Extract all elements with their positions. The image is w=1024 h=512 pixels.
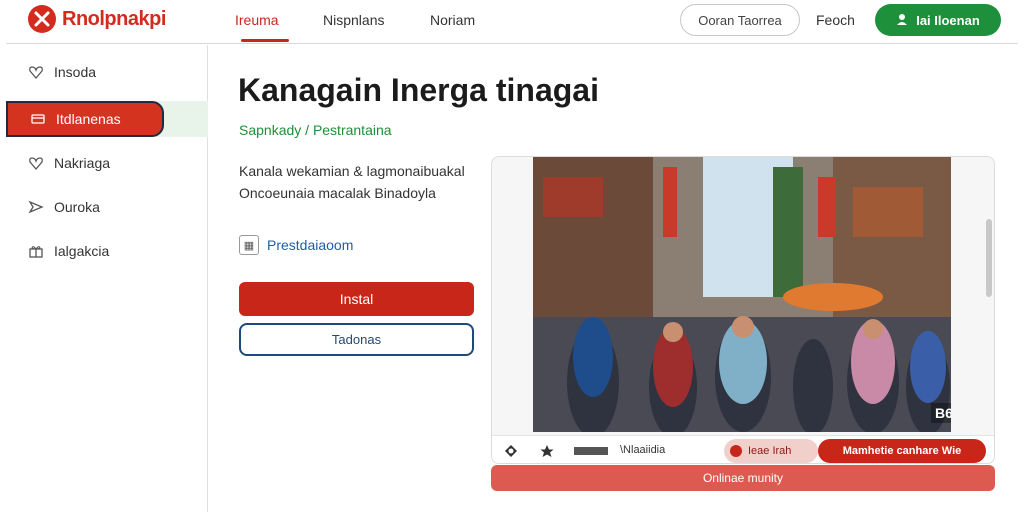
gift-icon	[28, 243, 44, 259]
search-button[interactable]: Ooran Taorrea	[680, 4, 800, 36]
control-text: \Nlaaiidia	[620, 444, 666, 456]
street-crowd-image[interactable]: B63&	[533, 157, 951, 432]
brand-logo[interactable]: Rnolpnakpi	[28, 5, 166, 33]
sidebar: Insoda Itdlanenas Nakriaga Ouroka Ialgak…	[6, 45, 208, 512]
sidebar-item-label: Ialgakcia	[54, 243, 110, 259]
user-icon	[896, 13, 908, 28]
video-player[interactable]: B63& \Nlaaiidia Ieae Irah Mamhetie canha…	[491, 156, 995, 464]
sidebar-item-label: Nakriaga	[54, 155, 111, 171]
top-navigation-bar: Rnolpnakpi Ireuma Nispnlans Noriam Ooran…	[6, 0, 1018, 44]
feedback-link[interactable]: Feoch	[816, 12, 855, 28]
card-icon	[30, 111, 46, 127]
sign-in-button[interactable]: Iai Iloenan	[875, 4, 1001, 36]
sidebar-item-label: Itdlanenas	[56, 111, 121, 127]
description: Kanala wekamian & lagmonaibuakal Oncoeun…	[239, 163, 465, 201]
record-icon	[730, 445, 742, 457]
meta-link[interactable]: ▦ Prestdaiaoom	[239, 235, 353, 255]
breadcrumb[interactable]: Sapnkady / Pestrantaina	[239, 122, 392, 138]
meta-link-label: Prestdaiaoom	[267, 237, 354, 253]
plane-logo-icon	[28, 5, 56, 33]
scrollbar[interactable]	[986, 219, 992, 297]
settings-icon[interactable]	[504, 444, 518, 458]
heart-outline-icon	[28, 64, 44, 80]
community-button[interactable]: Onlinae munity	[491, 465, 995, 491]
sidebar-item-itdlanenas[interactable]: Itdlanenas	[6, 101, 164, 137]
active-tab-indicator	[241, 39, 289, 42]
sidebar-item-nakriaga[interactable]: Nakriaga	[6, 145, 208, 181]
record-pill-label: Ieae Irah	[748, 445, 792, 457]
player-controls: \Nlaaiidia Ieae Irah Mamhetie canhare Wi…	[492, 435, 994, 463]
send-icon	[28, 199, 44, 215]
tab-nispnlans[interactable]: Nispnlans	[323, 12, 384, 28]
page-title: Kanagain Inerga tinagai	[238, 72, 599, 108]
brand-name: Rnolpnakpi	[62, 7, 166, 30]
star-icon[interactable]	[540, 444, 554, 458]
sidebar-item-ouroka[interactable]: Ouroka	[6, 189, 208, 225]
calendar-icon: ▦	[239, 235, 259, 255]
live-button[interactable]: Mamhetie canhare Wie	[818, 439, 986, 463]
heart-outline-icon	[28, 155, 44, 171]
tab-ireuma[interactable]: Ireuma	[235, 12, 279, 28]
sidebar-item-label: Ouroka	[54, 199, 100, 215]
video-badge: B63&	[931, 403, 951, 423]
progress-bar[interactable]	[574, 447, 608, 455]
secondary-button[interactable]: Tadonas	[239, 323, 474, 356]
sidebar-item-label: Insoda	[54, 64, 97, 80]
sidebar-item-ialgakcia[interactable]: Ialgakcia	[6, 233, 208, 269]
sidebar-item-insoda[interactable]: Insoda	[6, 54, 208, 90]
install-button[interactable]: Instal	[239, 282, 474, 316]
record-pill[interactable]: Ieae Irah	[724, 439, 818, 463]
sign-in-label: Iai Iloenan	[916, 12, 980, 28]
tab-noriam[interactable]: Noriam	[430, 12, 475, 28]
